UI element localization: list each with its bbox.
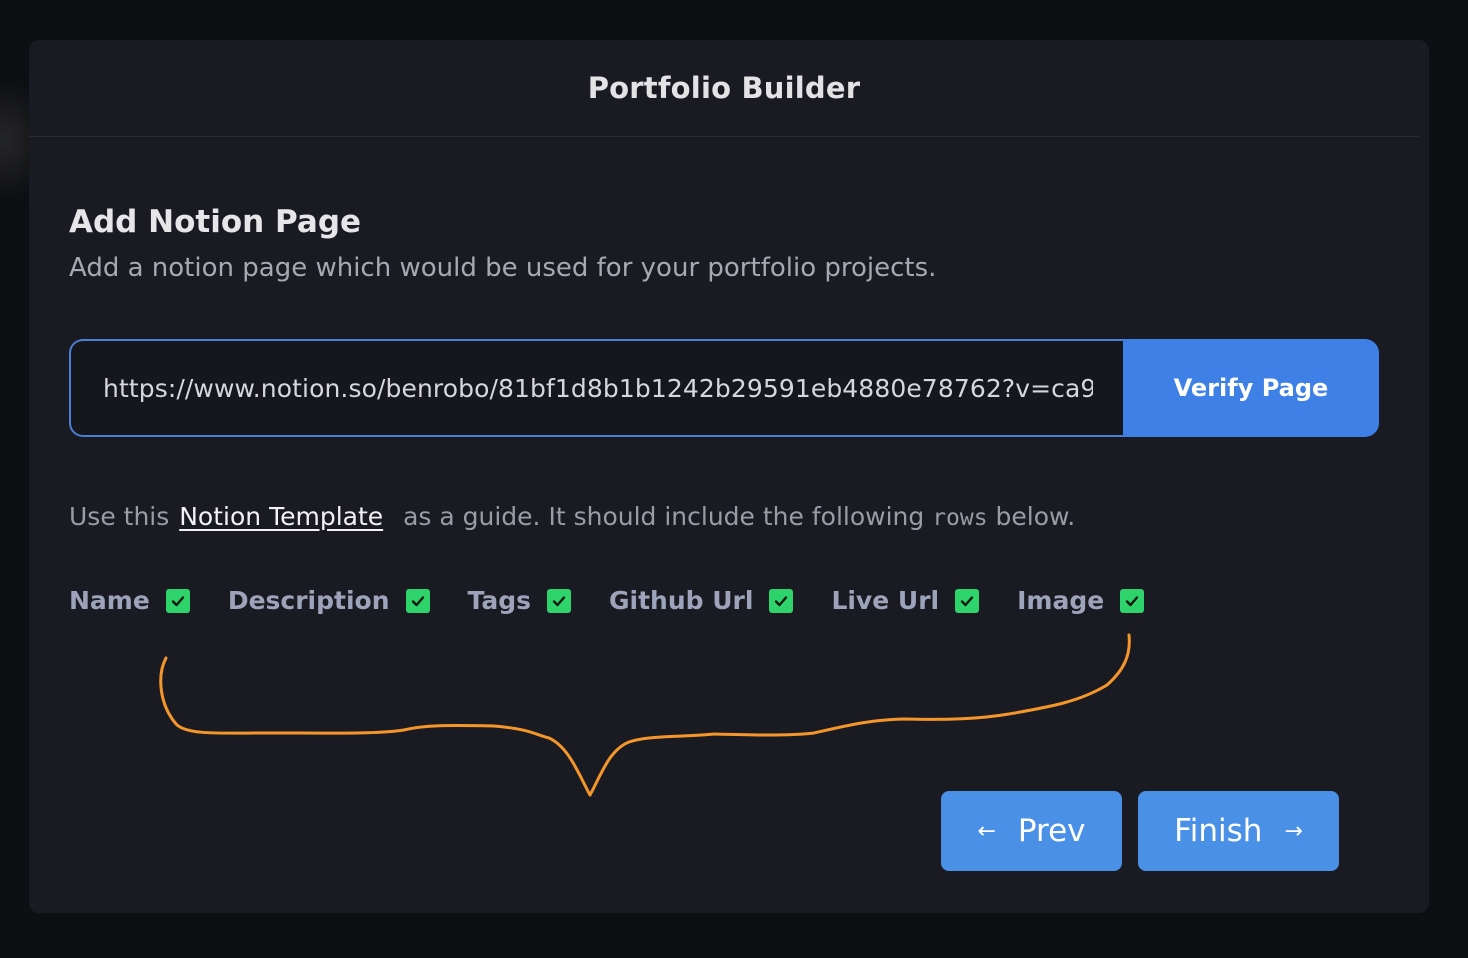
- field-item: Image: [1017, 586, 1145, 615]
- notion-url-group: Verify Page: [69, 339, 1379, 437]
- finish-label: Finish: [1174, 813, 1263, 849]
- verify-page-button[interactable]: Verify Page: [1123, 339, 1379, 437]
- required-fields-row: Name Description Tags Github Url Live Url Ima…: [69, 586, 1182, 615]
- field-item: Github Url: [609, 586, 794, 615]
- field-label: Tags: [467, 586, 531, 615]
- checkbox-checked-icon[interactable]: [955, 588, 980, 613]
- field-item: Description: [228, 586, 430, 615]
- field-item: Name: [69, 586, 190, 615]
- field-item: Tags: [468, 586, 571, 615]
- checkbox-checked-icon[interactable]: [547, 588, 571, 613]
- notion-url-input[interactable]: [69, 339, 1123, 437]
- prev-button[interactable]: ← Prev: [941, 791, 1122, 871]
- section-title: Add Notion Page: [69, 204, 362, 240]
- guide-suffix: below.: [995, 502, 1076, 531]
- notion-template-link[interactable]: Notion Template: [179, 502, 383, 531]
- field-label: Live Url: [831, 586, 940, 615]
- checkbox-checked-icon[interactable]: [165, 588, 190, 613]
- guide-prefix: Use this: [69, 502, 170, 531]
- checkbox-checked-icon[interactable]: [1120, 588, 1145, 613]
- prev-label: Prev: [1017, 813, 1086, 849]
- field-label: Image: [1017, 586, 1105, 615]
- portfolio-builder-modal: Portfolio Builder Add Notion Page Add a …: [29, 40, 1429, 913]
- arrow-right-icon: →: [1284, 818, 1303, 844]
- guide-middle: as a guide. It should include the follow…: [403, 502, 925, 531]
- arrow-left-icon: ←: [977, 818, 996, 844]
- checkbox-checked-icon[interactable]: [769, 588, 794, 613]
- guide-text: Use this Notion Template as a guide. It …: [69, 502, 1075, 531]
- guide-code-word: rows: [932, 505, 988, 531]
- field-label: Github Url: [609, 586, 754, 615]
- checkbox-checked-icon[interactable]: [405, 588, 430, 613]
- modal-header: Portfolio Builder: [29, 40, 1419, 137]
- finish-button[interactable]: Finish →: [1138, 791, 1339, 871]
- section-subtitle: Add a notion page which would be used fo…: [69, 253, 937, 283]
- field-label: Name: [69, 586, 150, 615]
- modal-title: Portfolio Builder: [587, 71, 861, 105]
- field-label: Description: [227, 586, 390, 615]
- field-item: Live Url: [831, 586, 980, 615]
- annotation-brace-path: [159, 633, 1131, 797]
